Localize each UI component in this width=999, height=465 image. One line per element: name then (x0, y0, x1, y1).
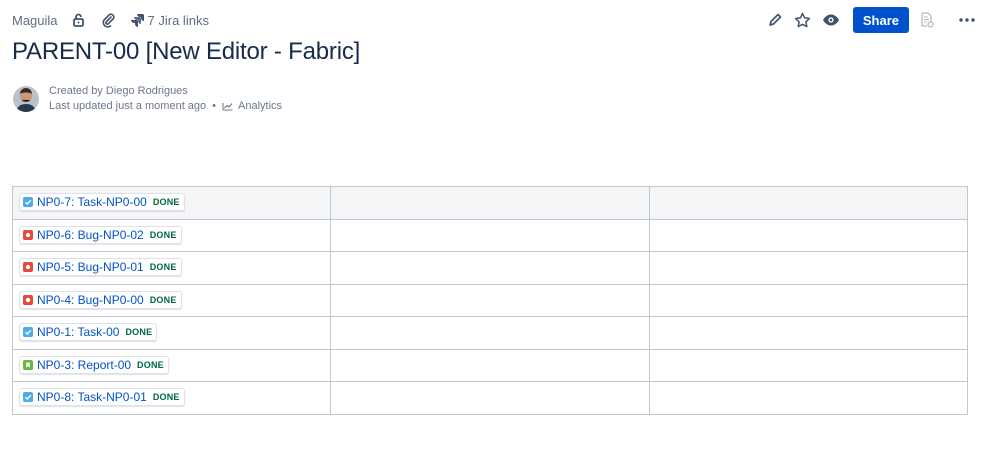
issue-status: DONE (149, 262, 177, 273)
jira-issue-link[interactable]: NP0-8: Task-NP0-01 DONE (19, 388, 185, 407)
watch-button[interactable] (817, 6, 845, 34)
star-button[interactable] (789, 6, 817, 34)
issue-status: DONE (137, 359, 164, 370)
table-cell[interactable]: NP0-8: Task-NP0-01 DONE (11, 381, 332, 415)
analytics-icon (222, 103, 233, 111)
jira-icon (130, 14, 144, 27)
table-cell[interactable] (648, 283, 969, 317)
table-cell[interactable]: NP0-1: Task-00 DONE (11, 316, 332, 350)
issue-status: DONE (149, 294, 177, 305)
table-row: NP0-3: Report-00 DONE (11, 348, 969, 382)
bug-issue-icon (23, 294, 33, 305)
unlock-icon[interactable] (72, 13, 86, 27)
page-byline: Created by Diego Rodrigues Last updated … (13, 84, 282, 114)
star-icon (795, 12, 811, 27)
table-row: NP0-4: Bug-NP0-00 DONE (11, 283, 969, 317)
table-cell[interactable] (330, 283, 650, 317)
issue-status: DONE (125, 327, 153, 338)
last-updated[interactable]: Last updated just a moment ago (49, 99, 206, 114)
table-cell[interactable] (648, 251, 969, 285)
breadcrumb-space[interactable]: Maguila (12, 13, 58, 28)
jira-links-label: 7 Jira links (147, 12, 209, 28)
more-actions-button[interactable] (953, 6, 981, 34)
issue-status: DONE (152, 197, 180, 208)
meta-separator: • (212, 100, 217, 112)
table-cell[interactable] (648, 186, 969, 220)
table-row: NP0-1: Task-00 DONE (11, 316, 969, 350)
analytics-label: Analytics (238, 100, 283, 112)
issues-table: NP0-7: Task-NP0-00 DONE NP0-6: Bug-NP0-02 D… (11, 186, 969, 415)
table-cell[interactable]: NP0-4: Bug-NP0-00 DONE (11, 283, 332, 317)
page-actions: Share (761, 6, 981, 34)
jira-issue-link[interactable]: NP0-7: Task-NP0-00 DONE (19, 193, 185, 212)
issue-key: NP0-3: Report-00 (37, 357, 132, 372)
table-cell[interactable] (330, 348, 650, 382)
author-avatar[interactable] (13, 86, 39, 112)
issue-key: NP0-4: Bug-NP0-00 (37, 292, 144, 307)
issue-key: NP0-7: Task-NP0-00 (37, 195, 147, 210)
pencil-icon (769, 13, 782, 26)
table-cell[interactable] (330, 251, 650, 285)
bug-issue-icon (23, 229, 33, 240)
issue-key: NP0-8: Task-NP0-01 (37, 390, 147, 405)
page-info-button[interactable] (913, 6, 941, 34)
table-cell[interactable] (648, 218, 969, 252)
table-row: NP0-5: Bug-NP0-01 DONE (11, 251, 969, 285)
jira-issue-link[interactable]: NP0-4: Bug-NP0-00 DONE (19, 290, 182, 309)
table-row: NP0-6: Bug-NP0-02 DONE (11, 218, 969, 252)
page-meta: Created by Diego Rodrigues Last updated … (49, 84, 282, 114)
jira-issue-link[interactable]: NP0-5: Bug-NP0-01 DONE (19, 258, 182, 277)
analytics-link[interactable]: Analytics (222, 99, 282, 114)
table-cell[interactable]: NP0-5: Bug-NP0-01 DONE (11, 251, 332, 285)
jira-issue-link[interactable]: NP0-1: Task-00 DONE (19, 323, 158, 342)
table-cell[interactable] (330, 218, 650, 252)
issue-key: NP0-6: Bug-NP0-02 (37, 227, 144, 242)
jira-issue-link[interactable]: NP0-3: Report-00 DONE (19, 355, 169, 374)
more-icon (959, 18, 975, 22)
table-cell[interactable]: NP0-6: Bug-NP0-02 DONE (11, 218, 332, 252)
table-row: NP0-7: Task-NP0-00 DONE (11, 186, 969, 220)
issue-key: NP0-5: Bug-NP0-01 (37, 260, 144, 275)
eye-icon (822, 14, 839, 26)
issue-status: DONE (152, 392, 180, 403)
page-title: PARENT-00 [New Editor - Fabric] (12, 38, 361, 65)
jira-issue-link[interactable]: NP0-6: Bug-NP0-02 DONE (19, 225, 182, 244)
table-cell[interactable]: NP0-3: Report-00 DONE (11, 348, 332, 382)
task-issue-icon (23, 392, 33, 403)
table-cell[interactable] (648, 316, 969, 350)
story-issue-icon (23, 359, 33, 370)
created-by: Created by Diego Rodrigues (49, 85, 188, 97)
table-row: NP0-8: Task-NP0-01 DONE (11, 381, 969, 415)
jira-links[interactable]: 7 Jira links (130, 13, 209, 28)
edit-button[interactable] (761, 6, 789, 34)
task-issue-icon (23, 327, 33, 338)
table-cell[interactable] (648, 381, 969, 415)
table-cell[interactable] (330, 316, 650, 350)
table-cell[interactable]: NP0-7: Task-NP0-00 DONE (11, 186, 332, 220)
issue-key: NP0-1: Task-00 (37, 325, 120, 340)
bug-issue-icon (23, 262, 33, 273)
table-cell[interactable] (648, 348, 969, 382)
document-icon (921, 12, 934, 28)
task-issue-icon (23, 197, 33, 208)
issue-status: DONE (149, 229, 177, 240)
table-cell[interactable] (330, 186, 650, 220)
table-cell[interactable] (330, 381, 650, 415)
attachment-icon[interactable] (100, 12, 116, 28)
share-button[interactable]: Share (852, 7, 909, 33)
